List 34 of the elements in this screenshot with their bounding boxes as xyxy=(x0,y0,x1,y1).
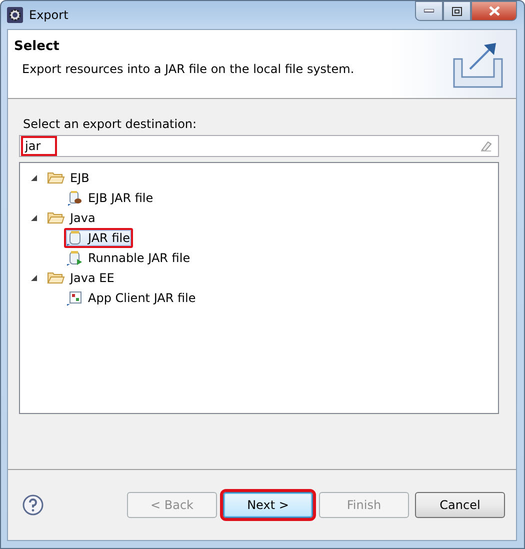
tree-item[interactable]: JAR file xyxy=(64,228,133,248)
collapse-arrow-icon[interactable] xyxy=(30,174,38,182)
folder-icon xyxy=(47,211,65,225)
collapse-arrow-icon[interactable] xyxy=(30,274,38,282)
close-icon xyxy=(488,6,500,16)
tree-item[interactable]: EJB xyxy=(44,170,92,186)
filter-field[interactable]: jar xyxy=(19,135,499,157)
help-icon[interactable] xyxy=(22,494,44,516)
folder-icon xyxy=(47,271,65,285)
tree-item[interactable]: App Client JAR file xyxy=(64,289,199,307)
collapse-arrow-icon[interactable] xyxy=(30,214,38,222)
page-description: Export resources into a JAR file on the local file system. xyxy=(22,62,354,76)
tree-item[interactable]: Java EE xyxy=(44,270,118,286)
minimize-button[interactable] xyxy=(415,1,443,21)
window-title: Export xyxy=(29,8,68,22)
close-button[interactable] xyxy=(471,1,517,21)
minimize-icon xyxy=(424,9,434,13)
field-label: Select an export destination: xyxy=(23,117,198,131)
tree-item[interactable]: Java xyxy=(44,210,98,226)
maximize-button[interactable] xyxy=(443,1,471,21)
dialog-button[interactable]: Next > xyxy=(223,492,313,518)
eraser-icon[interactable] xyxy=(480,140,492,152)
folder-icon xyxy=(47,171,65,185)
tree-item[interactable]: EJB JAR file xyxy=(64,189,156,207)
bean-jar-icon xyxy=(67,190,83,206)
dialog-button[interactable]: Cancel xyxy=(415,492,505,518)
jar-icon xyxy=(67,230,83,246)
runnable-jar-icon xyxy=(67,250,83,266)
filter-text: jar xyxy=(23,138,55,154)
app-client-icon xyxy=(67,290,83,306)
app-icon xyxy=(7,7,23,23)
tree-item[interactable]: Runnable JAR file xyxy=(64,249,194,267)
maximize-icon xyxy=(452,6,462,16)
page-title: Select xyxy=(14,39,60,54)
